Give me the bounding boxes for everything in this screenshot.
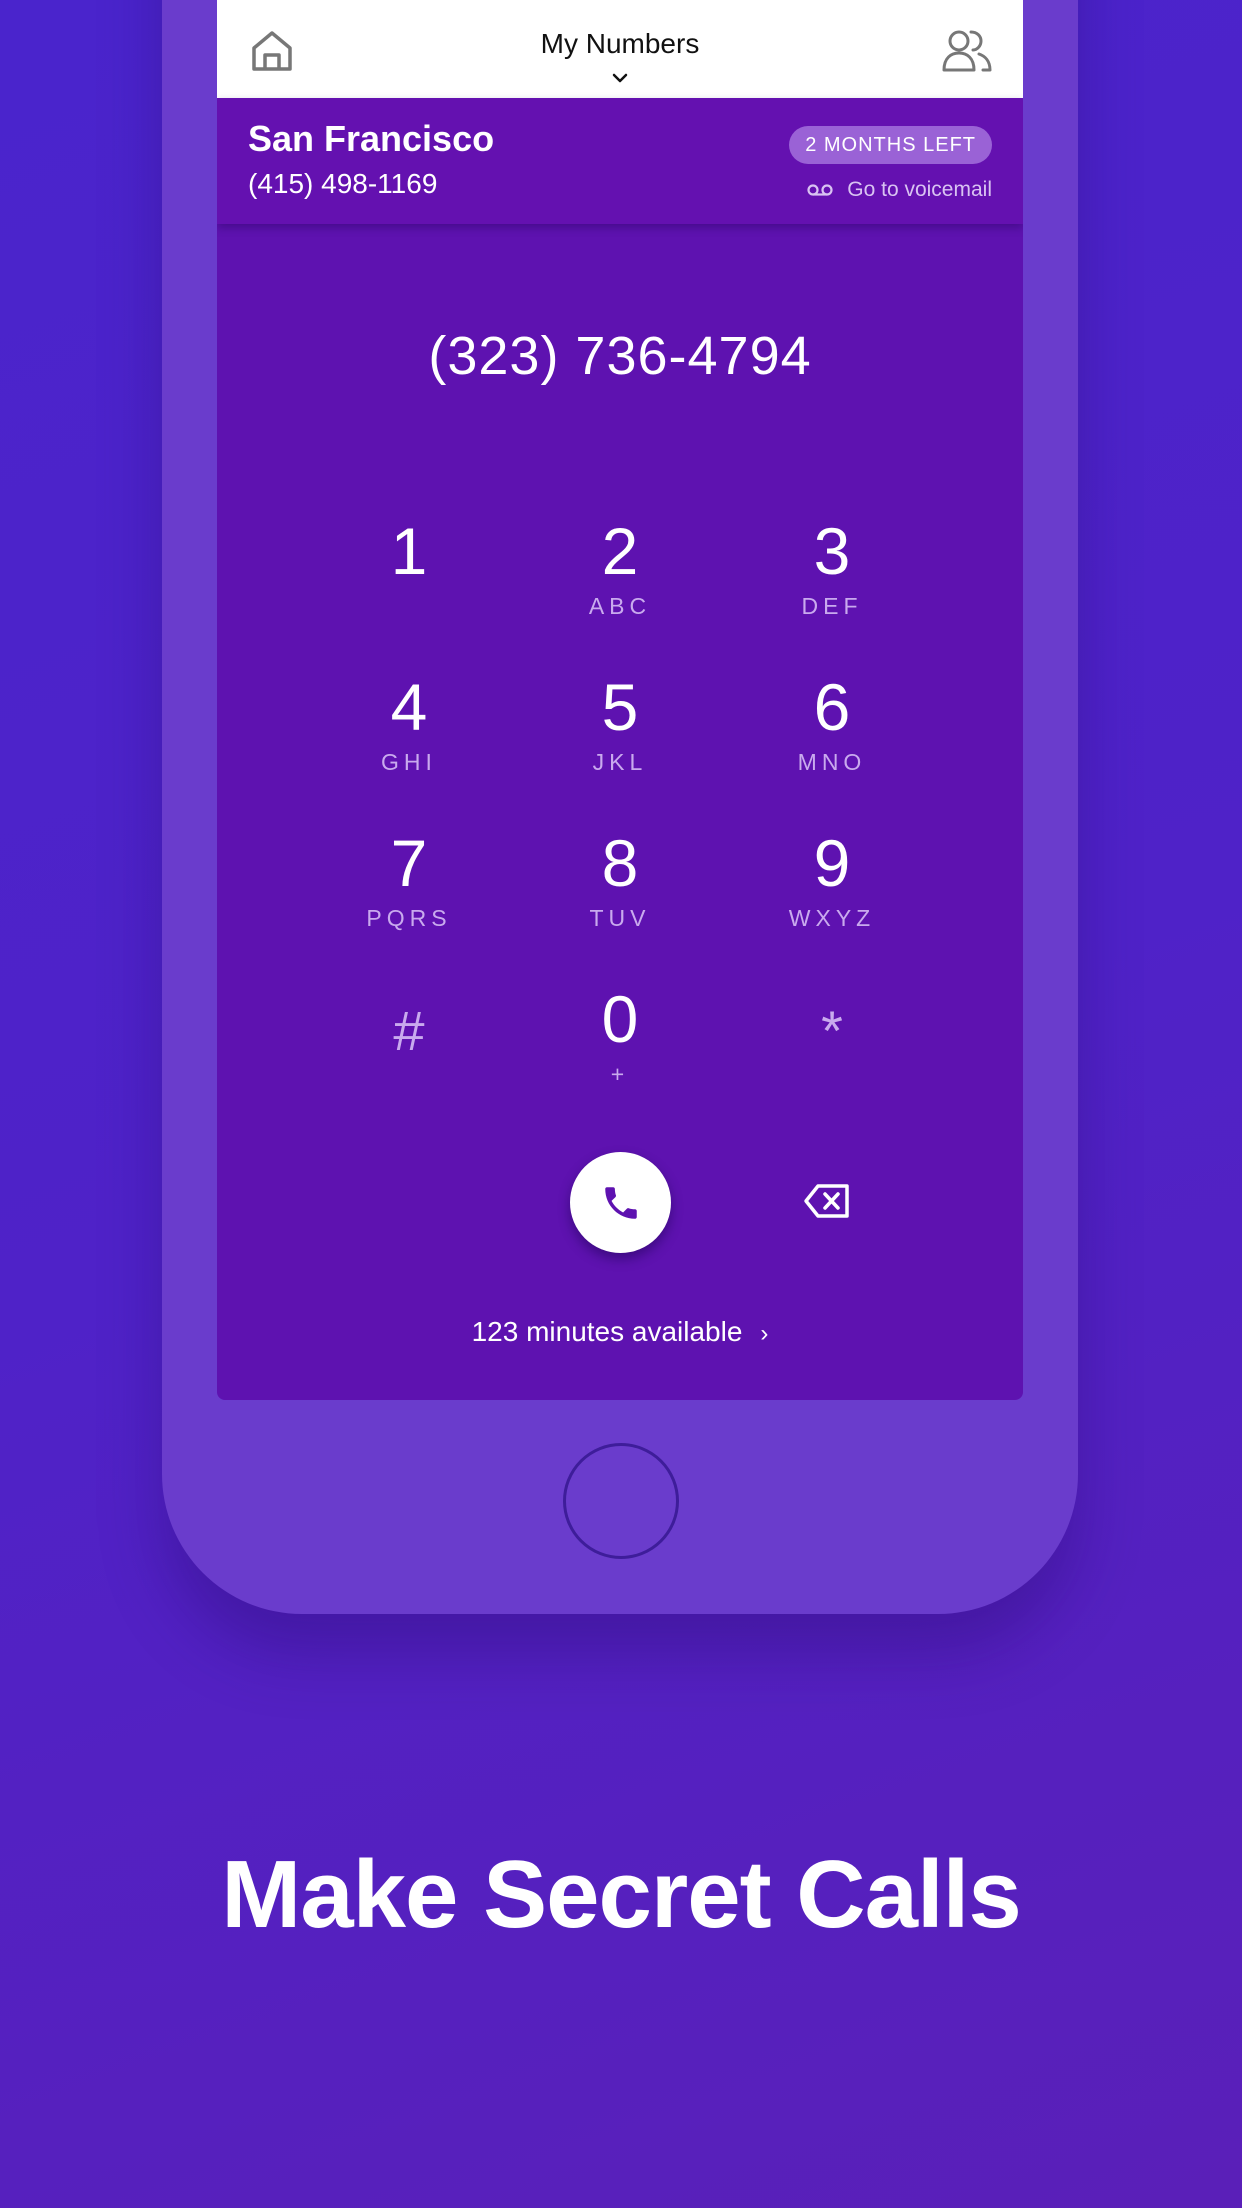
number-city: San Francisco — [248, 118, 495, 159]
chevron-down-icon[interactable] — [611, 72, 629, 84]
key-letters: + — [610, 1061, 630, 1087]
key-3[interactable]: 3 DEF — [742, 515, 922, 655]
key-digit: 3 — [813, 514, 851, 588]
key-letters: JKL — [592, 749, 648, 775]
people-icon[interactable] — [941, 28, 993, 74]
voicemail-link[interactable]: Go to voicemail — [807, 178, 992, 202]
phone-home-button — [563, 1443, 679, 1559]
key-star[interactable]: * — [742, 983, 922, 1123]
key-digit: * — [821, 999, 843, 1062]
call-button[interactable] — [570, 1152, 671, 1253]
key-letters: WXYZ — [788, 905, 876, 931]
key-7[interactable]: 7 PQRS — [319, 827, 499, 967]
key-8[interactable]: 8 TUV — [530, 827, 710, 967]
minutes-label: 123 minutes available — [471, 1316, 743, 1347]
key-2[interactable]: 2 ABC — [530, 515, 710, 655]
minutes-available-link[interactable]: 123 minutes available › — [217, 1316, 1023, 1348]
key-6[interactable]: 6 MNO — [742, 671, 922, 811]
key-digit: 8 — [601, 826, 639, 900]
key-digit: # — [393, 999, 425, 1062]
phone-icon — [604, 1186, 637, 1219]
key-0[interactable]: 0 + — [530, 983, 710, 1123]
key-digit: 0 — [601, 982, 639, 1056]
top-bar: My Numbers — [217, 0, 1023, 98]
key-digit: 5 — [601, 670, 639, 744]
status-badge: 2 MONTHS LEFT — [789, 126, 992, 164]
key-hash[interactable]: # — [319, 983, 499, 1123]
app-screen: My Numbers San Francisco (415) 498-1169 … — [217, 0, 1023, 1400]
key-digit: 1 — [390, 514, 428, 588]
key-digit: 6 — [813, 670, 851, 744]
key-1[interactable]: 1 — [319, 515, 499, 655]
backspace-icon[interactable] — [803, 1182, 851, 1220]
current-number-bar: San Francisco (415) 498-1169 2 MONTHS LE… — [217, 98, 1023, 224]
dialed-number: (323) 736-4794 — [428, 326, 812, 386]
key-letters: DEF — [801, 593, 863, 619]
key-4[interactable]: 4 GHI — [319, 671, 499, 811]
key-letters: GHI — [381, 749, 437, 775]
key-digit: 7 — [390, 826, 428, 900]
key-digit: 2 — [601, 514, 639, 588]
page-title[interactable]: My Numbers — [217, 28, 1023, 60]
number-phone: (415) 498-1169 — [248, 168, 438, 199]
chevron-right-icon: › — [760, 1320, 769, 1347]
key-letters: TUV — [589, 905, 651, 931]
key-letters: ABC — [588, 593, 652, 619]
key-digit: 9 — [813, 826, 851, 900]
key-digit: 4 — [390, 670, 428, 744]
voicemail-label: Go to voicemail — [847, 178, 992, 201]
key-5[interactable]: 5 JKL — [530, 671, 710, 811]
voicemail-icon — [807, 184, 833, 196]
key-9[interactable]: 9 WXYZ — [742, 827, 922, 967]
key-letters: MNO — [797, 749, 867, 775]
promo-headline: Make Secret Calls — [221, 1841, 1021, 1948]
key-letters: PQRS — [366, 905, 452, 931]
